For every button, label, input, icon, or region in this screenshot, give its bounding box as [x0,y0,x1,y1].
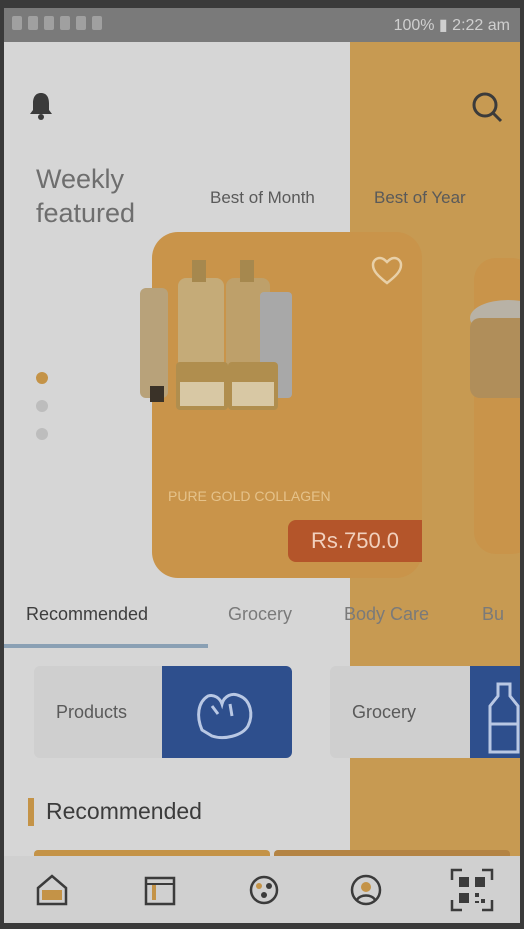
tab-best-of-year[interactable]: Best of Year [374,188,466,208]
product-name: PURE GOLD COLLAGEN [168,488,331,504]
notification-icon [76,16,86,30]
bell-icon[interactable] [28,90,54,120]
notification-icon [60,16,70,30]
heart-icon[interactable] [370,256,404,286]
carousel-indicator [36,372,48,456]
tab-body-care[interactable]: Body Care [344,604,429,625]
tile-image [162,666,292,758]
notification-icon [44,16,54,30]
tile-image [470,666,520,758]
product-image [470,300,520,398]
hands-icon [197,692,253,740]
carousel-dot[interactable] [36,372,48,384]
carousel-dot[interactable] [36,400,48,412]
weekly-featured-title: Weekly featured [36,162,196,230]
notification-icon [92,16,102,30]
profile-icon[interactable] [348,872,384,908]
category-tile-grocery[interactable]: Grocery [330,666,520,758]
notification-icon [28,16,38,30]
categories-icon[interactable] [246,872,282,908]
notification-icon [12,16,22,30]
weekly-line-1: Weekly [36,164,125,194]
tab-recommended[interactable]: Recommended [26,604,148,625]
app-screen: 100% ▮ 2:22 am Weekly featured Best of M… [4,8,520,923]
tile-label: Products [56,702,128,722]
category-tile-products[interactable]: Products [34,666,292,758]
section-title: Recommended [46,798,202,824]
bottle-icon [488,682,520,754]
product-image [140,260,292,410]
qr-code-icon[interactable] [450,868,494,912]
bottom-nav [4,856,520,923]
carousel-dot[interactable] [36,428,48,440]
search-icon[interactable] [470,90,504,124]
status-icons [12,16,102,30]
weekly-line-2: featured [36,198,136,228]
section-accent-bar [28,798,34,826]
tab-best-of-month[interactable]: Best of Month [210,188,315,208]
tab-more[interactable]: Bu [482,604,504,625]
status-right-text: 100% ▮ 2:22 am [393,17,510,34]
status-bar: 100% ▮ 2:22 am [4,8,520,42]
tile-label: Grocery [352,702,417,722]
tab-grocery[interactable]: Grocery [228,604,292,625]
active-tab-underline [4,644,208,648]
price-badge: Rs.750.0 [288,520,422,562]
orders-icon[interactable] [142,872,178,908]
home-icon[interactable] [34,872,70,908]
